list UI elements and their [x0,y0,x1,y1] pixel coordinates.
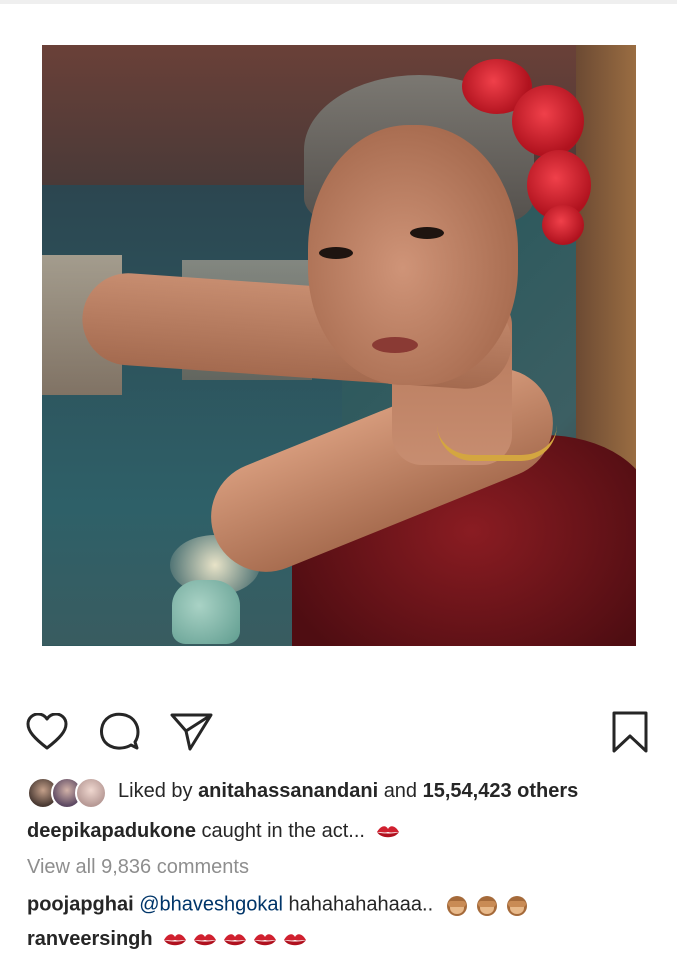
likes-count-link[interactable]: 15,54,423 others [423,780,579,802]
avatar [75,777,107,809]
comment-username-link[interactable]: poojapghai [27,893,134,915]
comment-username-link[interactable]: ranveersingh [27,928,153,950]
likes-line: Liked by anitahassanandani and 15,54,423… [118,780,578,803]
kiss-mark-icon [194,934,217,945]
see-no-evil-monkey-icon [476,896,497,916]
caption: deepikapadukone caught in the act... [27,820,401,843]
see-no-evil-monkey-icon [446,896,467,916]
see-no-evil-monkey-icon [506,896,527,916]
caption-text: caught in the act... [201,820,365,842]
liker-avatars[interactable] [27,777,107,809]
comment-row: ranveersingh [27,928,308,951]
likes-prefix: Liked by [118,780,193,802]
likes-connector: and [383,780,418,802]
bookmark-icon[interactable] [611,711,649,753]
caption-username-link[interactable]: deepikapadukone [27,820,196,842]
kiss-mark-icon [254,934,277,945]
kiss-mark-icon [224,934,247,945]
heart-icon[interactable] [26,713,68,751]
kiss-mark-icon [164,934,187,945]
liker-username-link[interactable]: anitahassanandani [198,780,378,802]
post-image[interactable] [42,45,636,646]
comment-row: poojapghai @bhaveshgokal hahahahahaaa.. [27,893,529,917]
view-all-comments-link[interactable]: View all 9,836 comments [27,856,249,879]
comment-text: hahahahahaaa.. [288,893,434,916]
kiss-mark-icon [376,826,399,837]
paper-plane-icon[interactable] [170,712,214,752]
kiss-mark-icon [284,934,307,945]
top-divider [0,0,677,4]
mention-link[interactable]: @bhaveshgokal [139,893,283,915]
comment-bubble-icon[interactable] [99,712,141,752]
